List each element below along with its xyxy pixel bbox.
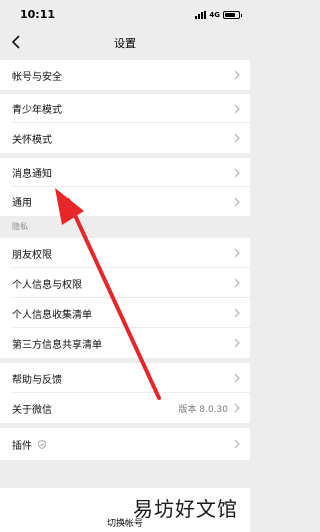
section-header-label: 隐私 — [12, 222, 28, 231]
watermark: 易坊好文馆 — [133, 497, 238, 521]
settings-item-about[interactable]: 关于微信 版本 8.0.30 — [0, 393, 250, 423]
chevron-right-icon — [234, 168, 240, 177]
chevron-right-icon — [234, 403, 240, 413]
settings-item-personal-info[interactable]: 个人信息与权限 — [0, 268, 250, 298]
network-type: 4G — [209, 11, 220, 19]
settings-item-label: 关于微信 — [12, 404, 52, 416]
version-value: 版本 8.0.30 — [178, 404, 229, 415]
settings-item-personal-info-list[interactable]: 个人信息收集清单 — [0, 298, 250, 328]
chevron-right-icon — [234, 338, 240, 348]
settings-item-label: 帮助与反馈 — [12, 374, 62, 386]
chevron-right-icon — [234, 70, 240, 80]
settings-item-third-party-list[interactable]: 第三方信息共享清单 — [0, 328, 250, 358]
settings-item-account[interactable]: 帐号与安全 — [0, 60, 250, 90]
settings-item-label: 青少年模式 — [12, 105, 62, 116]
settings-item-label: 插件 — [12, 440, 32, 452]
page-title: 设置 — [114, 37, 136, 50]
nav-bar: 设置 — [0, 30, 250, 56]
section-header-privacy: 隐私 — [0, 216, 250, 238]
settings-item-general[interactable]: 通用 — [0, 187, 250, 216]
settings-item-label: 个人信息收集清单 — [12, 309, 92, 321]
settings-item-label: 个人信息与权限 — [12, 279, 82, 291]
chevron-right-icon — [234, 308, 240, 318]
settings-item-help[interactable]: 帮助与反馈 — [0, 363, 250, 393]
status-bar: 10:11 4G — [0, 0, 250, 30]
settings-item-label: 帐号与安全 — [12, 71, 62, 83]
settings-item-care-mode[interactable]: 关怀模式 — [0, 123, 250, 153]
settings-item-label: 朋友权限 — [12, 249, 52, 261]
settings-item-label: 通用 — [12, 198, 32, 209]
status-indicators: 4G — [195, 9, 242, 21]
chevron-right-icon — [234, 278, 240, 288]
shield-icon — [38, 439, 46, 449]
status-time: 10:11 — [20, 8, 56, 21]
chevron-right-icon — [234, 373, 240, 383]
chevron-right-icon — [234, 439, 240, 449]
chevron-right-icon — [234, 248, 240, 258]
chevron-right-icon — [234, 197, 240, 206]
battery-icon — [223, 11, 242, 19]
signal-icon — [195, 11, 207, 19]
settings-item-label: 消息通知 — [12, 169, 52, 180]
settings-item-label: 第三方信息共享清单 — [12, 339, 102, 351]
settings-item-label: 关怀模式 — [12, 134, 52, 146]
settings-item-friend-permissions[interactable]: 朋友权限 — [0, 238, 250, 268]
settings-item-plugins[interactable]: 插件 — [0, 428, 250, 460]
chevron-right-icon — [234, 104, 240, 113]
settings-item-teen-mode[interactable]: 青少年模式 — [0, 94, 250, 123]
chevron-right-icon — [234, 133, 240, 143]
settings-item-notifications[interactable]: 消息通知 — [0, 158, 250, 187]
